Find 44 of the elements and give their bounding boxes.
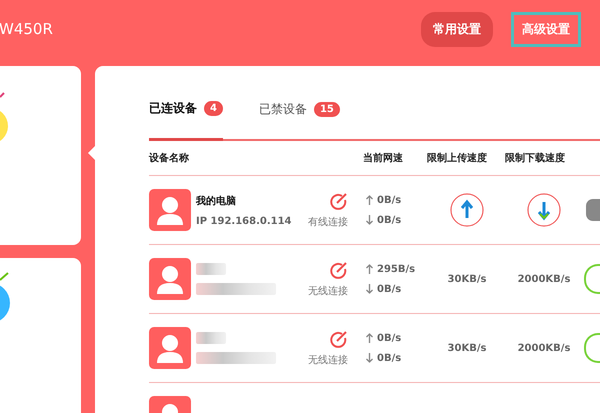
upload-speed: 0B/s xyxy=(377,194,402,206)
blurred-name xyxy=(196,332,226,344)
column-header: 限制上传速度 xyxy=(427,151,488,165)
down-arrow-icon xyxy=(366,215,373,225)
edit-icon[interactable] xyxy=(330,192,348,210)
device-ip: IP 192.168.0.114 xyxy=(196,216,293,226)
edit-icon[interactable] xyxy=(330,330,348,348)
upload-limit-button[interactable] xyxy=(450,193,484,227)
column-header: 限制下载速度 xyxy=(505,151,566,165)
side-card[interactable] xyxy=(0,258,81,413)
user-avatar-icon xyxy=(149,189,191,231)
download-limit: 2000KB/s xyxy=(516,274,572,284)
download-speed: 0B/s xyxy=(377,214,402,226)
up-arrow-icon xyxy=(366,195,373,205)
status-toggle[interactable] xyxy=(586,199,600,221)
up-arrow-icon xyxy=(366,333,373,343)
connection-type: 无线连接 xyxy=(308,354,348,366)
download-limit: 2000KB/s xyxy=(516,342,572,354)
count-badge: 15 xyxy=(314,102,340,116)
download-speed: 0B/s xyxy=(377,284,402,294)
user-avatar-icon xyxy=(149,327,191,369)
column-header: 设备名称 xyxy=(149,152,190,165)
upload-limit: 30KB/s xyxy=(446,274,488,284)
status-toggle[interactable] xyxy=(584,264,600,294)
connection-type: 无线连接 xyxy=(308,284,348,298)
settings-button[interactable]: 常用设置 xyxy=(421,12,493,46)
count-badge: 4 xyxy=(204,101,223,116)
column-header: 当前网速 xyxy=(363,152,404,165)
down-arrow-icon xyxy=(366,353,373,363)
down-arrow-icon xyxy=(366,284,373,294)
status-toggle[interactable] xyxy=(584,333,600,363)
device-tab[interactable]: 已连设备 4 xyxy=(149,100,223,141)
up-arrow-icon xyxy=(366,264,373,274)
edit-icon[interactable] xyxy=(330,260,348,278)
device-name: 我的电脑 xyxy=(196,194,237,208)
device-tab[interactable]: 已禁设备 15 xyxy=(258,100,340,139)
download-speed: 0B/s xyxy=(377,352,402,364)
upload-speed: 295B/s xyxy=(377,264,416,274)
blurred-name xyxy=(196,263,226,275)
connection-type: 有线连接 xyxy=(308,216,348,228)
upload-limit: 30KB/s xyxy=(446,342,488,354)
user-avatar-icon xyxy=(149,258,191,300)
upload-speed: 0B/s xyxy=(377,332,402,344)
download-limit-button[interactable] xyxy=(527,193,561,227)
